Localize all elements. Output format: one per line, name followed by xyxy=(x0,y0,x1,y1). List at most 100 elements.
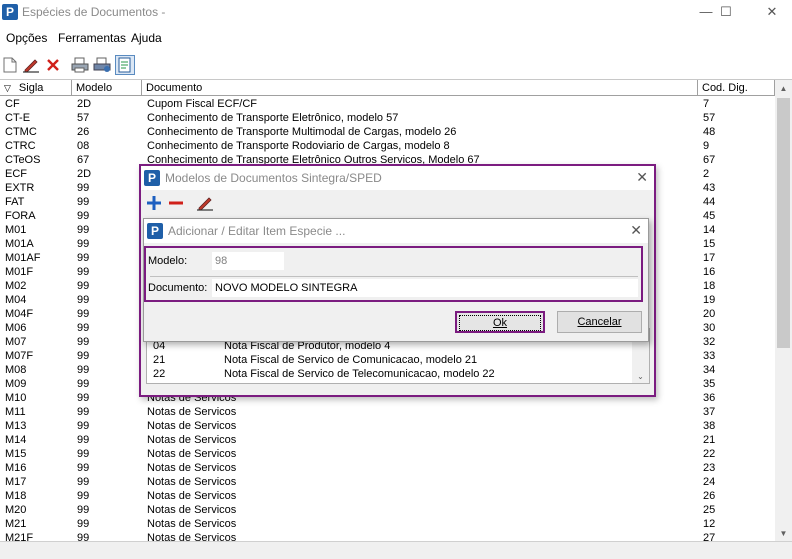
table-row[interactable]: M15 99 Notas de Servicos 22 xyxy=(0,447,775,461)
sort-icon: ▽ xyxy=(4,83,11,93)
sigla-cell: M10 xyxy=(5,392,27,404)
sigla-cell: M11 xyxy=(5,406,26,418)
modelo-cell: 99 xyxy=(77,490,90,502)
export-button[interactable] xyxy=(115,55,135,75)
chevron-down-icon[interactable]: ⌄ xyxy=(632,368,649,383)
table-row[interactable]: M11 99 Notas de Servicos 37 xyxy=(0,405,775,419)
sigla-cell: M18 xyxy=(5,490,27,502)
menu-opcoes[interactable]: Opções xyxy=(6,31,47,45)
models-dialog-close-button[interactable]: ✕ xyxy=(636,169,648,186)
modelo-cell: 99 xyxy=(77,224,90,236)
modelo-cell: 99 xyxy=(77,266,90,278)
modelo-cell: 99 xyxy=(77,392,90,404)
edit-button[interactable] xyxy=(21,55,41,75)
cod-dig-cell: 48 xyxy=(703,126,716,138)
modelo-cell: 99 xyxy=(77,406,90,418)
model-description: Nota Fiscal de Servico de Comunicacao, m… xyxy=(224,354,478,366)
menu-ajuda[interactable]: Ajuda xyxy=(131,31,162,45)
plus-icon xyxy=(147,196,161,210)
sigla-cell: M09 xyxy=(5,378,27,390)
scroll-thumb[interactable] xyxy=(777,98,790,348)
pencil-icon xyxy=(23,59,39,73)
modelo-cell: 99 xyxy=(77,532,90,541)
modelo-cell: 99 xyxy=(77,182,90,194)
column-documento[interactable]: Documento xyxy=(142,80,698,96)
ok-button[interactable]: Ok xyxy=(455,311,545,333)
cod-dig-cell: 21 xyxy=(703,434,716,446)
cod-dig-cell: 30 xyxy=(703,322,716,334)
documento-label: Documento: xyxy=(148,282,208,294)
edit-dialog-close-button[interactable]: ✕ xyxy=(630,222,642,239)
models-dialog-titlebar: P Modelos de Documentos Sintegra/SPED ✕ xyxy=(141,166,654,190)
modelo-cell: 99 xyxy=(77,280,90,292)
table-row[interactable]: CT-E 57 Conhecimento de Transporte Eletrôn… xyxy=(0,111,775,125)
edit-item-button[interactable] xyxy=(196,195,214,214)
sigla-cell: M04F xyxy=(5,308,34,320)
modelo-cell: 99 xyxy=(77,448,90,460)
sigla-cell: CF xyxy=(5,98,20,110)
modelo-cell: 99 xyxy=(77,196,90,208)
scroll-up-icon[interactable]: ▲ xyxy=(775,80,792,97)
print-button[interactable] xyxy=(70,55,90,75)
modelo-cell: 99 xyxy=(77,322,90,334)
print-setup-button[interactable] xyxy=(92,55,112,75)
cod-dig-cell: 35 xyxy=(703,378,716,390)
scroll-down-icon[interactable]: ▼ xyxy=(775,525,792,541)
add-button[interactable] xyxy=(146,195,162,214)
sigla-cell: M02 xyxy=(5,280,27,292)
column-cod-dig[interactable]: Cod. Dig. xyxy=(698,80,775,96)
table-row[interactable]: M21 99 Notas de Servicos 12 xyxy=(0,517,775,531)
form-divider xyxy=(150,276,638,277)
documento-cell: Notas de Servicos xyxy=(147,420,237,432)
cod-dig-cell: 34 xyxy=(703,364,716,376)
table-row[interactable]: M18 99 Notas de Servicos 26 xyxy=(0,489,775,503)
cod-dig-cell: 7 xyxy=(703,98,710,110)
delete-button[interactable] xyxy=(43,55,63,75)
cancel-button[interactable]: Cancelar xyxy=(557,311,642,333)
modelo-cell: 99 xyxy=(77,504,90,516)
table-row[interactable]: M17 99 Notas de Servicos 24 xyxy=(0,475,775,489)
cod-dig-cell: 2 xyxy=(703,168,710,180)
column-modelo[interactable]: Modelo xyxy=(72,80,142,96)
modelo-cell: 99 xyxy=(77,378,90,390)
list-item[interactable]: 21 Nota Fiscal de Servico de Comunicacao,… xyxy=(147,353,649,367)
documento-field[interactable]: NOVO MODELO SINTEGRA xyxy=(212,279,638,297)
sigla-cell: CTMC xyxy=(5,126,37,138)
sigla-cell: CTRC xyxy=(5,140,36,152)
cod-dig-cell: 67 xyxy=(703,154,716,166)
list-item[interactable]: 22 Nota Fiscal de Servico de Telecomunica… xyxy=(147,367,649,381)
table-row[interactable]: CF 2D Cupom Fiscal ECF/CF 7 xyxy=(0,97,775,111)
table-row[interactable]: M20 99 Notas de Servicos 25 xyxy=(0,503,775,517)
sigla-cell: M08 xyxy=(5,364,27,376)
cod-dig-cell: 15 xyxy=(703,238,716,250)
cod-dig-cell: 19 xyxy=(703,294,716,306)
modelo-cell: 99 xyxy=(77,518,90,530)
new-document-button[interactable] xyxy=(0,55,20,75)
sigla-cell: M20 xyxy=(5,504,27,516)
documento-cell: Conhecimento de Transporte Eletrônico, m… xyxy=(147,112,399,124)
table-row[interactable]: M13 99 Notas de Servicos 38 xyxy=(0,419,775,433)
table-row[interactable]: M14 99 Notas de Servicos 21 xyxy=(0,433,775,447)
cod-dig-cell: 20 xyxy=(703,308,716,320)
pencil-icon xyxy=(197,197,213,211)
cod-dig-cell: 16 xyxy=(703,266,716,278)
close-button[interactable]: ✕ xyxy=(760,2,784,22)
table-row[interactable]: M21F 99 Notas de Servicos 27 xyxy=(0,531,775,541)
remove-button[interactable] xyxy=(168,195,184,214)
table-row[interactable]: CTMC 26 Conhecimento de Transporte Multimo… xyxy=(0,125,775,139)
column-sigla[interactable]: ▽ Sigla xyxy=(0,80,72,96)
model-description: Nota Fiscal de Servico de Telecomunicaca… xyxy=(224,368,495,380)
menu-ferramentas[interactable]: Ferramentas xyxy=(58,31,126,45)
modelo-cell: 99 xyxy=(77,434,90,446)
sigla-cell: M01F xyxy=(5,266,34,278)
grid-vertical-scrollbar[interactable]: ▲ ▼ xyxy=(775,80,792,541)
maximize-button[interactable]: ☐ xyxy=(714,2,738,22)
models-dialog-title: Modelos de Documentos Sintegra/SPED xyxy=(165,171,382,185)
modelo-cell: 99 xyxy=(77,462,90,474)
modelo-field[interactable]: 98 xyxy=(212,252,284,270)
cod-dig-cell: 26 xyxy=(703,490,716,502)
sigla-cell: CTeOS xyxy=(5,154,41,166)
table-row[interactable]: CTRC 08 Conhecimento de Transporte Rodovia… xyxy=(0,139,775,153)
modelo-cell: 08 xyxy=(77,140,90,152)
table-row[interactable]: M16 99 Notas de Servicos 23 xyxy=(0,461,775,475)
